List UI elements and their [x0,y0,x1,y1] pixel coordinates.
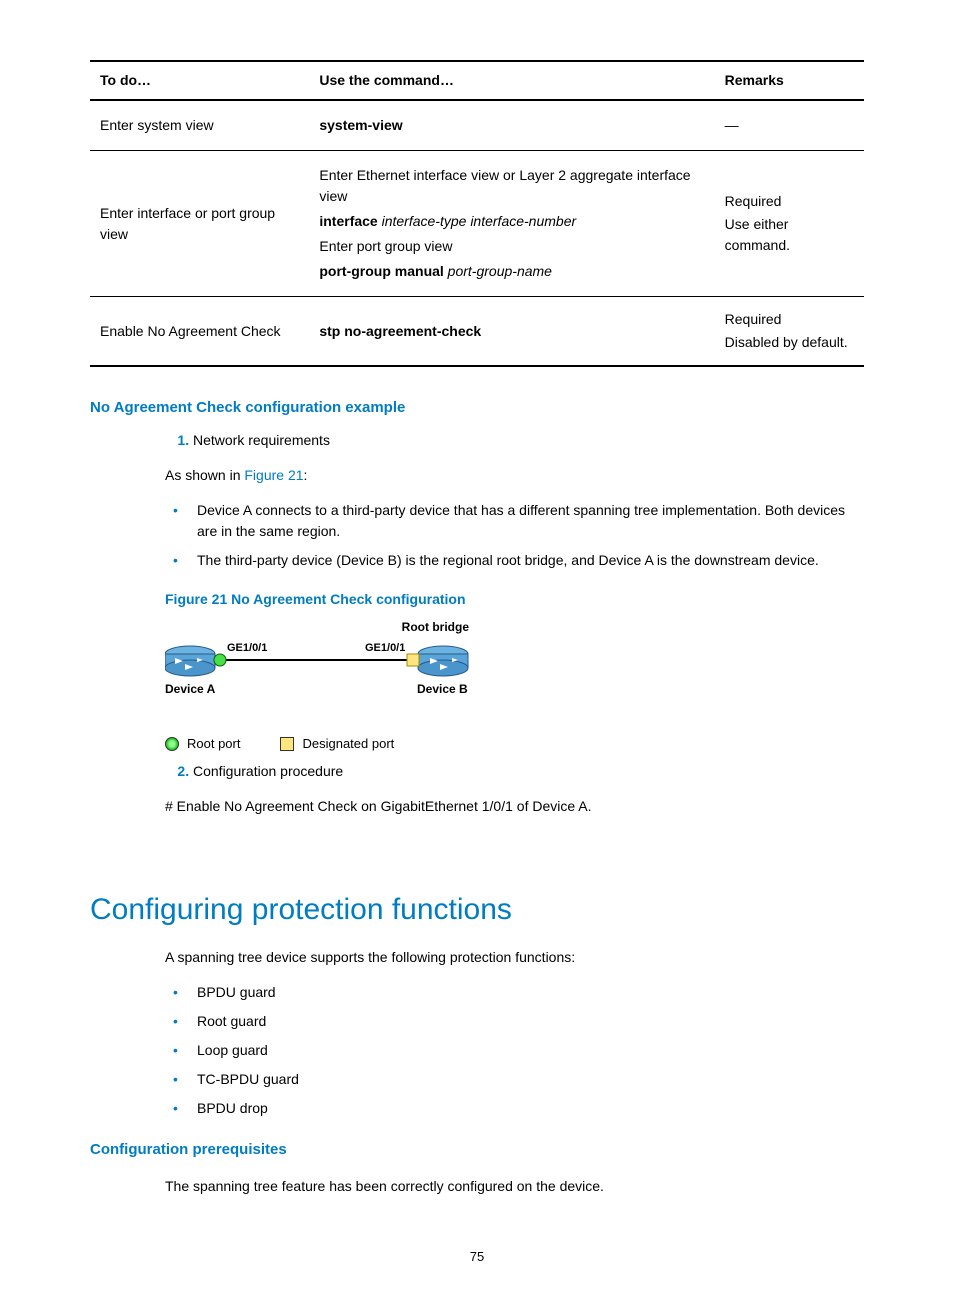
device-label: Device A [165,680,215,698]
table-header: Remarks [715,61,864,100]
table-cell: RequiredDisabled by default. [715,297,864,367]
root-port-icon [165,737,179,751]
table-cell: Enter interface or port group view [90,151,309,297]
bullet-list: Device A connects to a third-party devic… [165,500,864,571]
command-table: To do… Use the command… Remarks Enter sy… [90,60,864,367]
table-cell: — [715,100,864,151]
table-row: Enter system view system-view — [90,100,864,151]
network-diagram: Root bridge GE1/0/1 GE1/0/1 Device A Dev… [165,618,475,754]
legend-label: Designated port [302,736,394,751]
paragraph: As shown in Figure 21: [165,465,864,486]
page-heading: Configuring protection functions [90,887,864,932]
figure-legend: Root port Designated port [165,734,475,754]
list-item: Network requirements [193,430,864,451]
root-bridge-label: Root bridge [165,618,469,636]
table-cell: RequiredUse either command. [715,151,864,297]
command-line: stp no-agreement-check [319,321,704,342]
list-item: TC-BPDU guard [193,1069,864,1090]
page-number: 75 [90,1247,864,1267]
table-cell: Enable No Agreement Check [90,297,309,367]
figure-caption: Figure 21 No Agreement Check configurati… [165,589,864,610]
text: As shown in [165,467,244,483]
legend-label: Root port [187,736,240,751]
section-heading: Configuration prerequisites [90,1139,864,1162]
bullet-list: BPDU guard Root guard Loop guard TC-BPDU gu… [165,982,864,1119]
list-item: Loop guard [193,1040,864,1061]
table-cell: Enter Ethernet interface view or Layer 2… [309,151,714,297]
legend-item: Designated port [280,734,394,754]
command-line: system-view [319,115,704,136]
section-heading: No Agreement Check configuration example [90,397,864,420]
command-line: port-group manual port-group-name [319,261,704,282]
paragraph: # Enable No Agreement Check on GigabitEt… [165,796,864,817]
command-line: interface interface-type interface-numbe… [319,211,704,232]
list-item: Root guard [193,1011,864,1032]
numbered-list: Network requirements [165,430,864,451]
designated-port-icon [280,737,294,751]
figure-link[interactable]: Figure 21 [244,467,303,483]
table-row: Enable No Agreement Check stp no-agreemen… [90,297,864,367]
numbered-list: Configuration procedure [165,761,864,782]
list-item: The third-party device (Device B) is the… [193,550,864,571]
command-line: Enter Ethernet interface view or Layer 2… [319,165,704,207]
list-item: BPDU guard [193,982,864,1003]
table-cell: stp no-agreement-check [309,297,714,367]
list-item: Configuration procedure [193,761,864,782]
paragraph: A spanning tree device supports the foll… [165,947,864,968]
table-cell: Enter system view [90,100,309,151]
list-item: Device A connects to a third-party devic… [193,500,864,542]
table-cell: system-view [309,100,714,151]
port-label: GE1/0/1 [227,640,267,657]
text: : [304,467,308,483]
paragraph: The spanning tree feature has been corre… [165,1176,864,1197]
table-header: To do… [90,61,309,100]
device-label: Device B [417,680,468,698]
table-row: Enter interface or port group viewEnter … [90,151,864,297]
port-label: GE1/0/1 [365,640,405,657]
legend-item: Root port [165,734,240,754]
command-line: Enter port group view [319,236,704,257]
table-header: Use the command… [309,61,714,100]
list-item: BPDU drop [193,1098,864,1119]
